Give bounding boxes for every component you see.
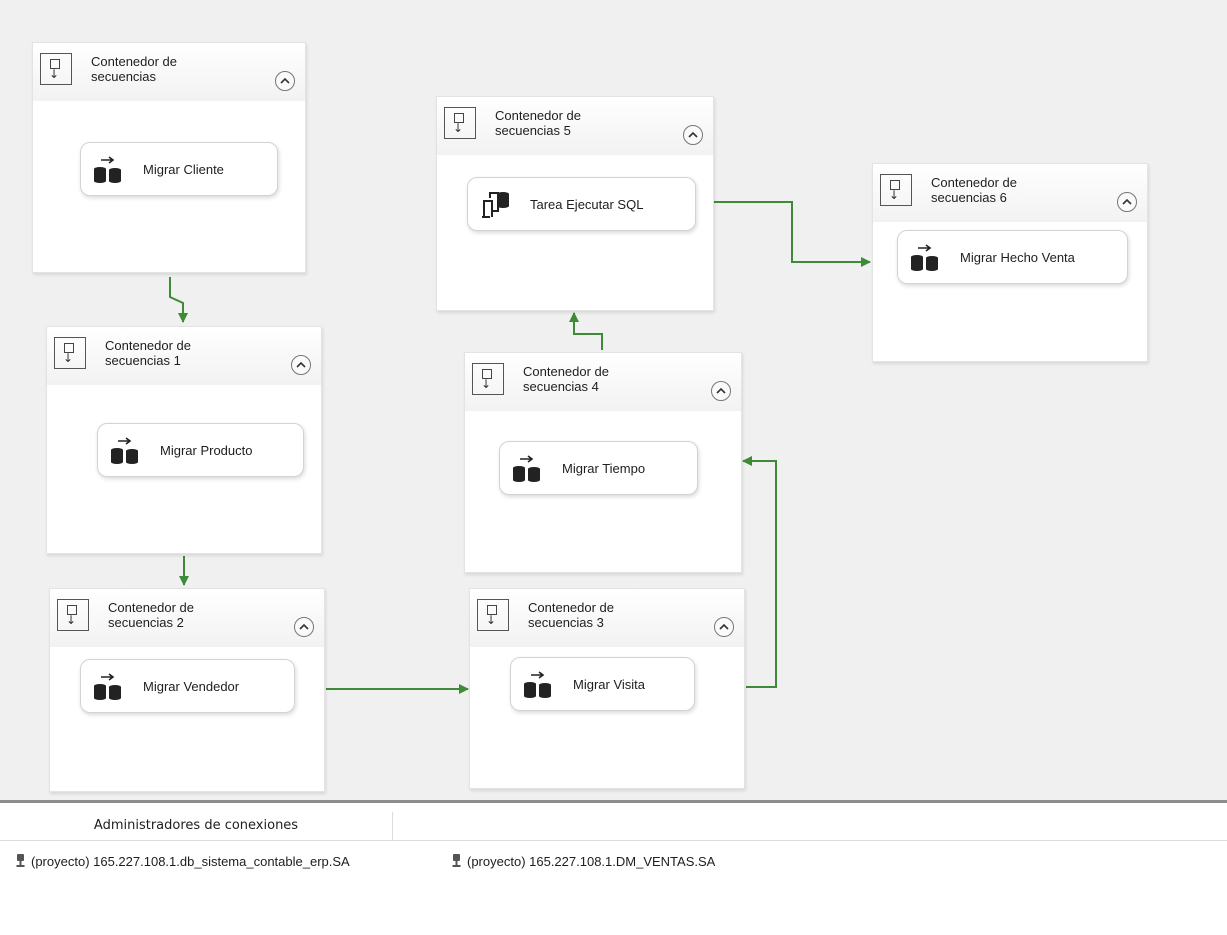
tab-connection-managers[interactable]: Administradores de conexiones	[0, 812, 393, 841]
container-header[interactable]: ↓ Contenedor de secuencias 1	[47, 327, 321, 385]
chevron-up-icon	[280, 77, 290, 84]
execute-sql-icon	[482, 192, 509, 218]
data-flow-task[interactable]: Migrar Cliente	[80, 142, 278, 196]
sequence-container-icon: ↓	[444, 107, 476, 139]
data-flow-task[interactable]: Migrar Vendedor	[80, 659, 295, 713]
collapse-button[interactable]	[275, 71, 295, 91]
chevron-up-icon	[716, 387, 726, 394]
panel-splitter[interactable]	[0, 800, 1227, 803]
task-label: Migrar Visita	[573, 677, 646, 692]
data-flow-icon	[94, 673, 121, 700]
data-flow-task[interactable]: Migrar Hecho Venta	[897, 230, 1128, 284]
precedence-arrow-4-5[interactable]	[569, 312, 603, 350]
sequence-container-4[interactable]: ↓ Contenedor de secuencias 4 Migrar Tiem…	[464, 352, 742, 573]
task-label: Migrar Tiempo	[562, 461, 646, 476]
precedence-arrow-0-1[interactable]	[169, 277, 188, 323]
container-header[interactable]: ↓ Contenedor de secuencias	[33, 43, 305, 101]
sequence-container-icon: ↓	[472, 363, 504, 395]
data-flow-task[interactable]: Migrar Tiempo	[499, 441, 698, 495]
collapse-button[interactable]	[291, 355, 311, 375]
task-label: Migrar Producto	[160, 443, 253, 458]
sequence-container-icon: ↓	[40, 53, 72, 85]
chevron-up-icon	[299, 623, 309, 630]
container-title: Contenedor de secuencias 5	[495, 108, 582, 138]
data-flow-icon	[911, 244, 938, 271]
precedence-arrow-5-6[interactable]	[714, 201, 871, 267]
connection-managers-tab-bar: Administradores de conexiones	[0, 812, 1227, 841]
chevron-up-icon	[688, 131, 698, 138]
sequence-container-icon: ↓	[880, 174, 912, 206]
execute-sql-task[interactable]: Tarea Ejecutar SQL	[467, 177, 696, 231]
sequence-container-icon: ↓	[54, 337, 86, 369]
container-title: Contenedor de secuencias 2	[108, 600, 195, 630]
task-label: Tarea Ejecutar SQL	[530, 197, 644, 212]
container-header[interactable]: ↓ Contenedor de secuencias 2	[50, 589, 324, 647]
container-title: Contenedor de secuencias	[91, 54, 178, 84]
task-label: Migrar Vendedor	[143, 679, 240, 694]
collapse-button[interactable]	[683, 125, 703, 145]
connection-manager-label: (proyecto) 165.227.108.1.DM_VENTAS.SA	[467, 854, 716, 869]
precedence-arrow-3-4[interactable]	[742, 456, 777, 688]
sequence-container-2[interactable]: ↓ Contenedor de secuencias 2 Migrar Vend…	[49, 588, 325, 792]
container-title: Contenedor de secuencias 6	[931, 175, 1018, 205]
data-flow-icon	[111, 437, 138, 464]
design-canvas[interactable]: ↓ Contenedor de secuencias Migrar Client…	[0, 0, 1227, 800]
container-header[interactable]: ↓ Contenedor de secuencias 3	[470, 589, 744, 647]
data-flow-icon	[524, 671, 551, 698]
sequence-container-5[interactable]: ↓ Contenedor de secuencias 5 Tarea Ejecu…	[436, 96, 714, 311]
sequence-container-3[interactable]: ↓ Contenedor de secuencias 3 Migrar Visi…	[469, 588, 745, 789]
task-label: Migrar Cliente	[143, 162, 224, 177]
sequence-container[interactable]: ↓ Contenedor de secuencias Migrar Client…	[32, 42, 306, 273]
connection-icon	[16, 854, 25, 867]
chevron-up-icon	[1122, 198, 1132, 205]
sequence-container-icon: ↓	[477, 599, 509, 631]
data-flow-task[interactable]: Migrar Visita	[510, 657, 695, 711]
collapse-button[interactable]	[711, 381, 731, 401]
chevron-up-icon	[719, 623, 729, 630]
container-title: Contenedor de secuencias 1	[105, 338, 192, 368]
sequence-container-icon: ↓	[57, 599, 89, 631]
collapse-button[interactable]	[1117, 192, 1137, 212]
collapse-button[interactable]	[294, 617, 314, 637]
task-label: Migrar Hecho Venta	[960, 250, 1075, 265]
chevron-up-icon	[296, 361, 306, 368]
data-flow-icon	[94, 156, 121, 183]
container-title: Contenedor de secuencias 3	[528, 600, 615, 630]
container-title: Contenedor de secuencias 4	[523, 364, 610, 394]
sequence-container-6[interactable]: ↓ Contenedor de secuencias 6 Migrar Hech…	[872, 163, 1148, 362]
container-header[interactable]: ↓ Contenedor de secuencias 5	[437, 97, 713, 155]
data-flow-task[interactable]: Migrar Producto	[97, 423, 304, 477]
container-header[interactable]: ↓ Contenedor de secuencias 6	[873, 164, 1147, 222]
container-header[interactable]: ↓ Contenedor de secuencias 4	[465, 353, 741, 411]
connection-icon	[452, 854, 461, 867]
connection-manager-label: (proyecto) 165.227.108.1.db_sistema_cont…	[31, 854, 350, 869]
connection-manager-item[interactable]: (proyecto) 165.227.108.1.DM_VENTAS.SA	[452, 852, 715, 870]
data-flow-icon	[513, 455, 540, 482]
connection-manager-item[interactable]: (proyecto) 165.227.108.1.db_sistema_cont…	[16, 852, 350, 870]
collapse-button[interactable]	[714, 617, 734, 637]
sequence-container-1[interactable]: ↓ Contenedor de secuencias 1 Migrar Prod…	[46, 326, 322, 554]
